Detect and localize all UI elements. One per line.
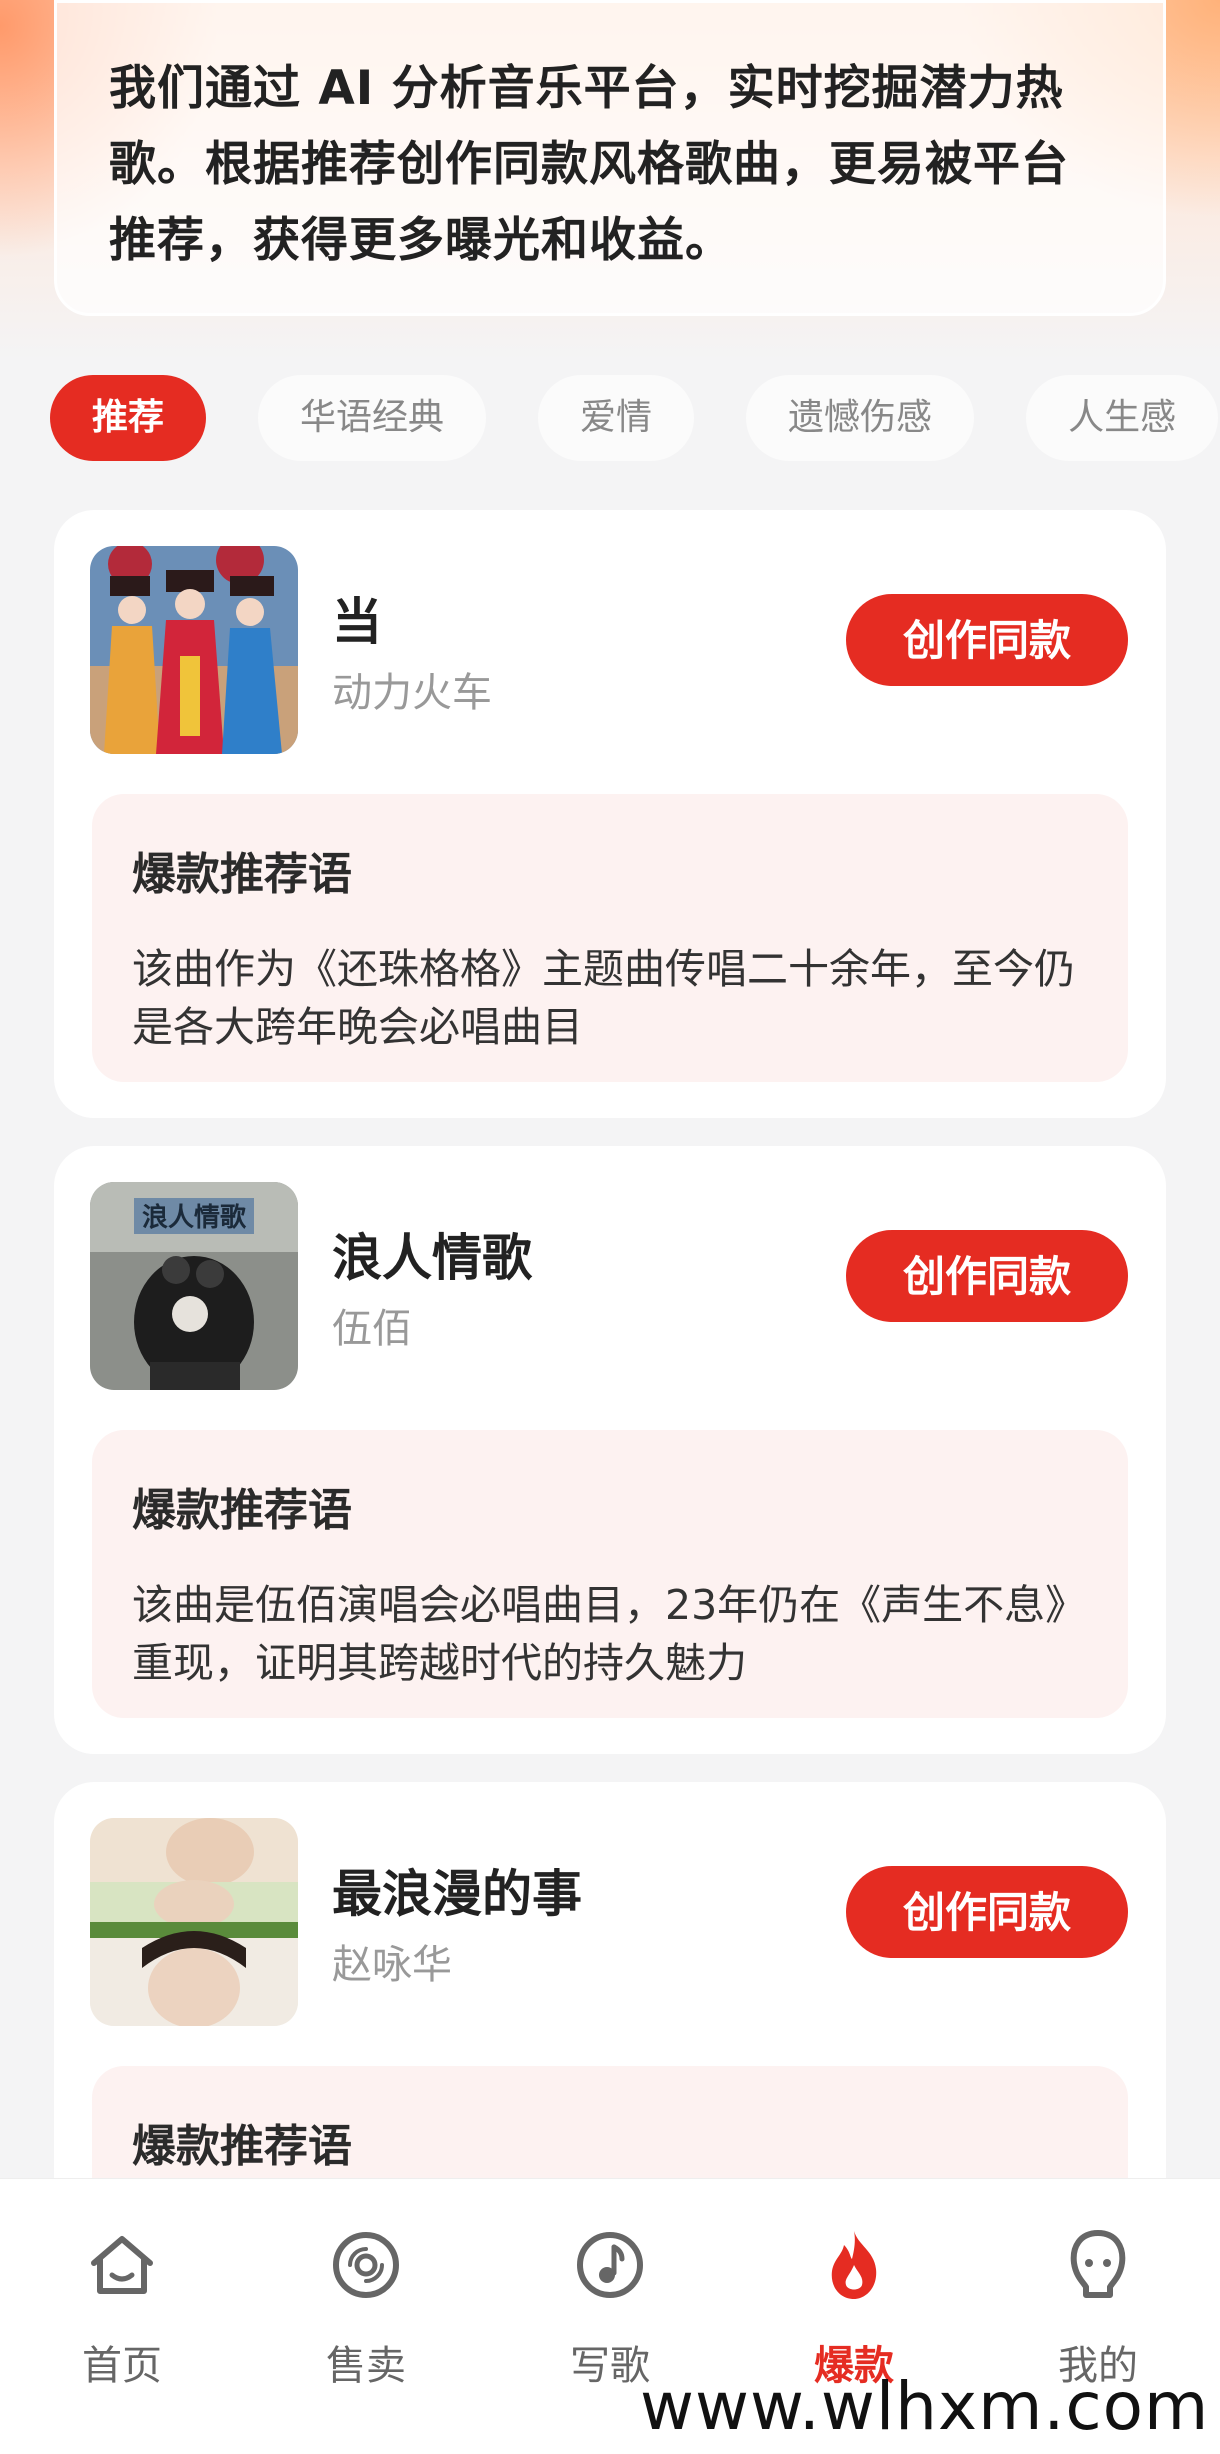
- nav-label: 售卖: [326, 2343, 406, 2389]
- song-cover-image[interactable]: [90, 546, 298, 754]
- recommendation-title: 爆款推荐语: [132, 2121, 352, 2172]
- create-same-style-button[interactable]: 创作同款: [846, 594, 1128, 686]
- cover-title-text: 浪人情歌: [142, 1202, 247, 1233]
- nav-item-home[interactable]: 首页: [22, 2225, 222, 2391]
- create-same-style-button[interactable]: 创作同款: [846, 1866, 1128, 1958]
- hit-recommendation-box: 爆款推荐语 该曲是伍佰演唱会必唱曲目，23年仍在《声生不息》重现，证明其跨越时代…: [92, 1430, 1128, 1718]
- recommendation-text: 该曲作为《还珠格格》主题曲传唱二十余年，至今仍是各大跨年晚会必唱曲目: [132, 945, 1075, 1051]
- disc-icon: [333, 2232, 399, 2298]
- recommendation-title: 爆款推荐语: [132, 1485, 352, 1536]
- song-card[interactable]: 浪人情歌 浪人情歌 伍佰 创作同款 爆款推荐语 该曲是伍佰演唱会必唱曲目，23年…: [54, 1146, 1166, 1754]
- nav-label: 首页: [82, 2343, 162, 2389]
- flame-icon: [831, 2231, 877, 2299]
- nav-item-hits[interactable]: 爆款: [754, 2225, 954, 2391]
- profile-icon: [1070, 2230, 1126, 2298]
- category-tabs: 推荐 华语经典 爱情 遗憾伤感 人生感: [50, 375, 1219, 461]
- recommendation-text: 该曲是伍佰演唱会必唱曲目，23年仍在《声生不息》重现，证明其跨越时代的持久魅力: [132, 1581, 1087, 1687]
- tab-regret-sad[interactable]: 遗憾伤感: [746, 375, 975, 461]
- watermark-text: www.wlhxm.com: [640, 2368, 1210, 2445]
- nav-item-sell[interactable]: 售卖: [266, 2225, 466, 2391]
- intro-banner: 我们通过 AI 分析音乐平台，实时挖掘潜力热歌。根据推荐创作同款风格歌曲，更易被…: [54, 0, 1166, 316]
- song-cover-image[interactable]: 浪人情歌: [90, 1182, 298, 1390]
- song-cover-image[interactable]: [90, 1818, 298, 2026]
- song-artist: 动力火车: [332, 670, 492, 716]
- hit-recommendation-box: 爆款推荐语 该曲作为《还珠格格》主题曲传唱二十余年，至今仍是各大跨年晚会必唱曲目: [92, 794, 1128, 1082]
- create-same-style-button[interactable]: 创作同款: [846, 1230, 1128, 1322]
- song-artist: 伍佰: [332, 1306, 412, 1352]
- home-icon: [91, 2236, 153, 2294]
- song-card[interactable]: 当 动力火车 创作同款 爆款推荐语 该曲作为《还珠格格》主题曲传唱二十余年，至今…: [54, 510, 1166, 1118]
- song-title: 浪人情歌: [332, 1229, 532, 1287]
- song-title: 当: [332, 593, 382, 651]
- tab-recommend[interactable]: 推荐: [50, 375, 207, 461]
- tab-chinese-classics[interactable]: 华语经典: [258, 375, 487, 461]
- tab-love[interactable]: 爱情: [538, 375, 695, 461]
- intro-banner-text: 我们通过 AI 分析音乐平台，实时挖掘潜力热歌。根据推荐创作同款风格歌曲，更易被…: [109, 61, 1069, 268]
- recommendation-title: 爆款推荐语: [132, 849, 352, 900]
- nav-item-mine[interactable]: 我的: [998, 2225, 1198, 2391]
- tab-life[interactable]: 人生感: [1026, 375, 1219, 461]
- nav-item-write-song[interactable]: 写歌: [510, 2225, 710, 2391]
- song-title: 最浪漫的事: [332, 1865, 582, 1923]
- song-artist: 赵咏华: [332, 1942, 452, 1988]
- music-note-icon: [577, 2232, 643, 2298]
